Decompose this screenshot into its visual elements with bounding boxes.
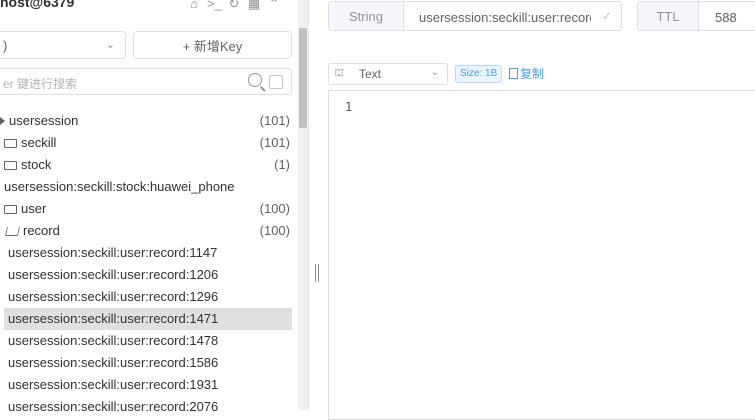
tree-node-count: (100) bbox=[259, 201, 290, 216]
tree-key-item[interactable]: usersession:seckill:user:record:1296 bbox=[4, 286, 292, 308]
tree-node-seckill[interactable]: seckill (101) bbox=[4, 132, 292, 154]
db-select-value: ) bbox=[3, 38, 8, 53]
key-search-input[interactable]: er 键进行搜索 bbox=[0, 68, 292, 95]
tree-node-record[interactable]: record (100) bbox=[5, 220, 292, 242]
connection-title: host@6379 bbox=[0, 0, 75, 10]
grid-icon[interactable]: ▦ bbox=[247, 0, 261, 12]
exact-match-checkbox[interactable] bbox=[269, 75, 283, 89]
check-icon[interactable]: ✓ bbox=[602, 9, 612, 23]
tree-key-item[interactable]: usersession:seckill:user:record:1586 bbox=[4, 352, 292, 374]
folder-icon bbox=[4, 205, 17, 214]
chevron-down-icon: ⌄ bbox=[105, 39, 115, 51]
terminal-icon[interactable]: >_ bbox=[207, 0, 222, 12]
tree-scrollbar-thumb[interactable] bbox=[299, 28, 307, 128]
copy-icon bbox=[509, 68, 518, 79]
tree-node-count: (101) bbox=[259, 135, 290, 150]
tree-key-item-selected[interactable]: usersession:seckill:user:record:1471 bbox=[4, 308, 292, 330]
tree-key-item[interactable]: usersession:seckill:user:record:1206 bbox=[4, 264, 292, 286]
folder-open-icon bbox=[5, 227, 20, 236]
collapse-icon[interactable]: ⌃ bbox=[267, 0, 281, 12]
ttl-input[interactable]: 588 bbox=[698, 1, 755, 31]
db-select[interactable]: ) ⌄ bbox=[0, 31, 126, 59]
copy-value-button[interactable]: 复制 bbox=[509, 65, 544, 83]
folder-icon bbox=[4, 139, 17, 148]
tree-node-usersession[interactable]: usersession (101) bbox=[0, 110, 292, 132]
tree-key-item[interactable]: usersession:seckill:user:record:1147 bbox=[4, 242, 292, 264]
panel-divider bbox=[308, 0, 309, 410]
tree-key-item[interactable]: usersession:seckill:user:record:1931 bbox=[4, 374, 292, 396]
tree-node-count: (100) bbox=[259, 223, 290, 238]
tree-key-item[interactable]: usersession:seckill:user:record:1478 bbox=[4, 330, 292, 352]
search-icon[interactable] bbox=[248, 73, 262, 87]
tree-node-count: (1) bbox=[274, 157, 290, 172]
ttl-value: 588 bbox=[715, 10, 737, 25]
new-key-button[interactable]: + 新增Key bbox=[133, 31, 292, 59]
value-size-badge: Size: 1B bbox=[455, 65, 503, 83]
editor-line-number: 1 bbox=[345, 100, 353, 114]
key-name-input[interactable]: usersession:seckill:user:record: ✓ bbox=[403, 1, 622, 31]
tree-node-count: (101) bbox=[259, 113, 290, 128]
chevron-down-icon: ⌄ bbox=[430, 67, 439, 78]
home-icon[interactable]: ⌂ bbox=[187, 0, 201, 12]
key-type-label: String bbox=[328, 1, 404, 31]
format-icon: ⛫ bbox=[334, 67, 345, 79]
resize-handle[interactable] bbox=[315, 264, 319, 282]
search-placeholder: er 键进行搜索 bbox=[3, 77, 78, 91]
connection-toolbar: ⌂ >_ ↻ ▦ ⌃ bbox=[187, 0, 281, 12]
ttl-label: TTL bbox=[637, 1, 699, 31]
tree-key-item[interactable]: usersession:seckill:stock:huawei_phone bbox=[4, 176, 292, 198]
view-format-value: Text bbox=[359, 67, 382, 81]
folder-icon bbox=[4, 161, 17, 170]
tree-node-user[interactable]: user (100) bbox=[4, 198, 292, 220]
tree-key-item[interactable]: usersession:seckill:user:record:2076 bbox=[4, 396, 292, 418]
value-editor[interactable]: 1 bbox=[328, 90, 755, 420]
key-name-value: usersession:seckill:user:record: bbox=[419, 10, 591, 25]
tree-node-stock[interactable]: stock (1) bbox=[4, 154, 292, 176]
view-format-select[interactable]: ⛫ Text ⌄ bbox=[328, 63, 448, 85]
refresh-icon[interactable]: ↻ bbox=[227, 0, 241, 12]
caret-right-icon bbox=[0, 117, 5, 125]
